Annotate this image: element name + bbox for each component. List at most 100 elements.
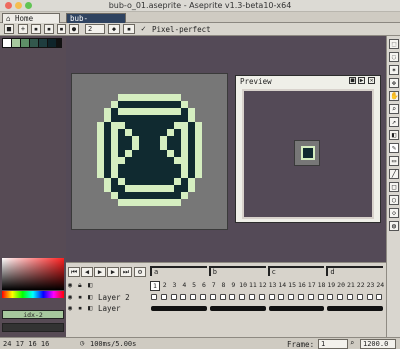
frame-number[interactable]: 3 — [170, 281, 180, 289]
cel[interactable] — [366, 294, 373, 300]
cel[interactable] — [347, 294, 353, 300]
linked-cel-bar[interactable] — [327, 306, 384, 311]
background-color-indicator[interactable] — [2, 323, 64, 332]
palette-swatch[interactable] — [3, 39, 11, 47]
frame-number[interactable]: 11 — [248, 281, 258, 289]
frame-number[interactable]: 13 — [268, 281, 278, 289]
frame-number[interactable]: 7 — [209, 281, 219, 289]
zoom-icon[interactable]: ⌕ — [350, 339, 354, 347]
frame-number[interactable]: 23 — [366, 281, 376, 289]
brush-size-input[interactable]: 2 — [85, 24, 105, 34]
rectangular-marquee-icon[interactable]: ⬚ — [389, 39, 399, 49]
frame-number[interactable]: 22 — [356, 281, 366, 289]
pixel-perfect-checkbox[interactable]: ✓ — [141, 25, 150, 34]
frame-number[interactable]: 2 — [160, 281, 170, 289]
line-icon[interactable]: ╱ — [389, 169, 399, 179]
lock-header-icon[interactable]: 🔒︎ — [78, 281, 87, 290]
move-icon[interactable]: ✥ — [389, 78, 399, 88]
cel[interactable] — [151, 294, 157, 300]
first-frame-button[interactable]: ⏮ — [68, 267, 80, 277]
cel[interactable] — [170, 294, 177, 300]
color-picker-gradient[interactable] — [2, 258, 64, 290]
cel[interactable] — [160, 294, 167, 300]
layer-name[interactable]: Layer 2 — [98, 293, 130, 302]
layer-name[interactable]: Layer — [98, 304, 121, 313]
contour-icon[interactable]: ◇ — [389, 208, 399, 218]
pencil-icon[interactable]: ✎ — [389, 143, 399, 153]
brush-angle-button[interactable]: ◆ — [108, 24, 120, 34]
frame-number[interactable]: 20 — [336, 281, 346, 289]
eyedropper-icon[interactable]: ↗ — [389, 117, 399, 127]
cel[interactable] — [356, 294, 363, 300]
cel[interactable] — [190, 294, 197, 300]
eraser-icon[interactable]: ▭ — [389, 156, 399, 166]
palette-sort-button[interactable]: ▪ — [44, 24, 54, 34]
blur-icon[interactable]: ◍ — [389, 221, 399, 231]
cel[interactable] — [209, 294, 216, 300]
sprite-canvas[interactable] — [71, 73, 228, 230]
hand-icon[interactable]: ✋ — [389, 91, 399, 101]
cel[interactable] — [249, 294, 255, 300]
tag-label[interactable]: a — [150, 266, 207, 276]
cel[interactable] — [307, 294, 314, 300]
preview-pin-icon[interactable]: ■ — [349, 77, 356, 84]
cel[interactable] — [337, 294, 344, 300]
foreground-color-indicator[interactable]: idx-2 — [2, 310, 64, 319]
frame-number[interactable]: 9 — [228, 281, 238, 289]
frame-number[interactable]: 19 — [326, 281, 336, 289]
ellipse-icon[interactable]: ○ — [389, 195, 399, 205]
next-frame-button[interactable]: ▶ — [107, 267, 119, 277]
frame-number[interactable]: 17 — [307, 281, 317, 289]
lock-palette-icon[interactable]: ■ — [4, 24, 14, 34]
frame-number[interactable]: 21 — [346, 281, 356, 289]
frame-number[interactable]: 16 — [297, 281, 307, 289]
cel[interactable] — [288, 294, 295, 300]
hue-slider[interactable] — [2, 291, 64, 298]
frame-number[interactable]: 12 — [258, 281, 268, 289]
lasso-icon[interactable]: ◌ — [389, 52, 399, 62]
rectangle-icon[interactable]: □ — [389, 182, 399, 192]
cel[interactable] — [298, 294, 304, 300]
tag-label[interactable]: b — [208, 266, 266, 276]
frame-number[interactable]: 15 — [287, 281, 297, 289]
cel[interactable] — [200, 294, 206, 300]
eye-icon[interactable]: ◉ — [68, 293, 72, 301]
tag-label[interactable]: d — [326, 266, 384, 276]
preview-play-icon[interactable]: ▶ — [358, 77, 365, 84]
frame-input[interactable]: 1 — [318, 339, 348, 349]
frame-number[interactable]: 14 — [277, 281, 287, 289]
cel[interactable] — [239, 294, 246, 300]
frame-number[interactable]: 18 — [317, 281, 327, 289]
magic-wand-icon[interactable]: ✶ — [389, 65, 399, 75]
cel[interactable] — [229, 294, 236, 300]
cel[interactable] — [180, 294, 187, 300]
linked-cel-bar[interactable] — [209, 306, 266, 311]
frame-number[interactable]: 4 — [179, 281, 189, 289]
continuous-icon[interactable]: ◧ — [88, 304, 92, 312]
tab-home[interactable]: ⌂ Home — [2, 13, 60, 23]
palette-swatch[interactable] — [39, 39, 47, 47]
cel[interactable] — [219, 294, 226, 300]
preview-close-icon[interactable]: ✕ — [368, 77, 375, 84]
layer-row-layer-2[interactable]: ◉ ▪ ◧ Layer 2 — [66, 293, 386, 303]
frame-number[interactable]: 6 — [199, 281, 209, 289]
palette-swatch[interactable] — [21, 39, 29, 47]
layer-row-layer[interactable]: ◉ ▪ ◧ Layer — [66, 304, 386, 314]
cel-link-header-icon[interactable]: ◧ — [88, 281, 97, 290]
palette-swatch[interactable] — [48, 39, 56, 47]
padlock-icon[interactable]: ▪ — [78, 293, 82, 301]
previous-frame-button[interactable]: ◀ — [81, 267, 93, 277]
add-color-button[interactable]: + — [18, 24, 28, 34]
tag-label[interactable]: c — [267, 266, 325, 276]
linked-cel-bar[interactable] — [151, 306, 207, 311]
brush-type-button[interactable]: ● — [69, 24, 79, 34]
palette-swatch[interactable] — [12, 39, 20, 47]
bucket-icon[interactable]: ◧ — [389, 130, 399, 140]
play-button[interactable]: ▶ — [94, 267, 106, 277]
frame-number[interactable]: 8 — [219, 281, 229, 289]
tab-file[interactable]: bub-o_01.asepr ▪ — [66, 13, 126, 32]
last-frame-button[interactable]: ⏭ — [120, 267, 132, 277]
frame-number[interactable]: 1 — [150, 281, 160, 291]
cel[interactable] — [278, 294, 285, 300]
zoom-input[interactable]: 1200.0 — [360, 339, 396, 349]
